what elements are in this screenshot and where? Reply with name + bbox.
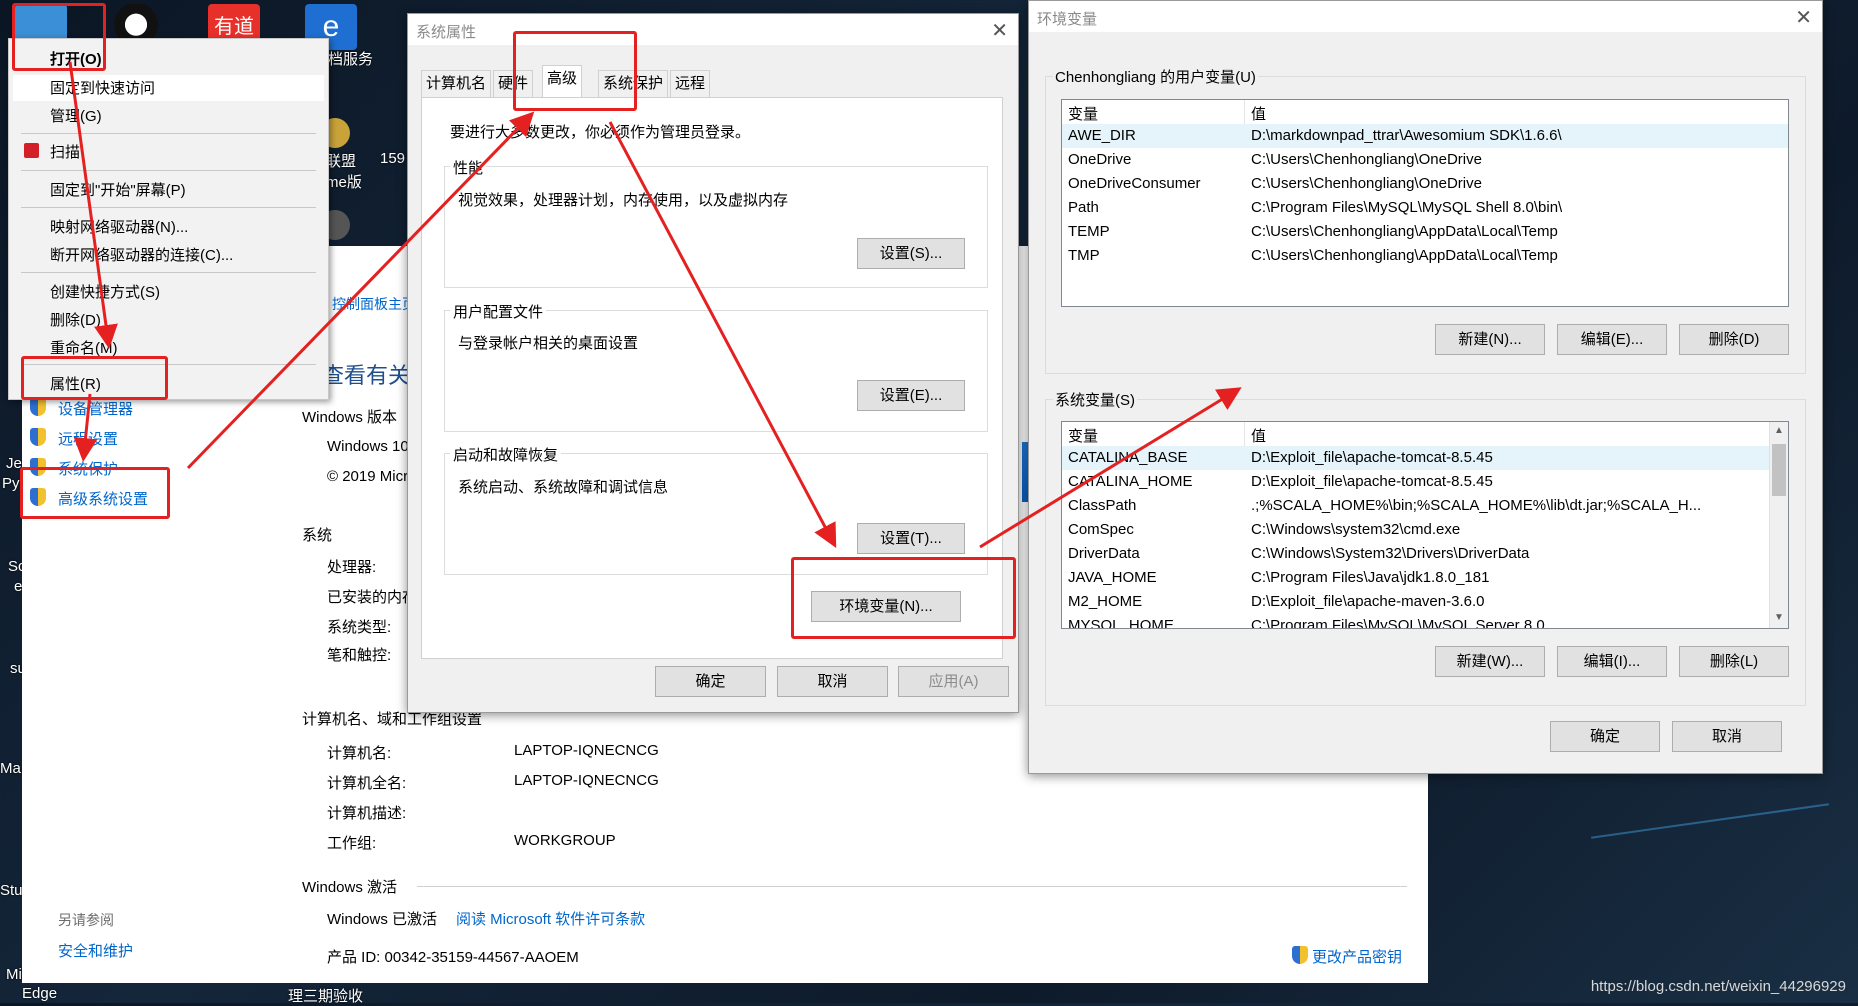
- arrow-line: [979, 387, 1242, 549]
- arrow-line: [186, 111, 535, 470]
- watermark: https://blog.csdn.net/weixin_44296929: [1590, 978, 1846, 995]
- annotation-arrows: [68, 61, 1242, 549]
- arrow-line: [608, 121, 837, 548]
- arrow-line: [73, 393, 98, 462]
- arrow-line: [68, 61, 118, 349]
